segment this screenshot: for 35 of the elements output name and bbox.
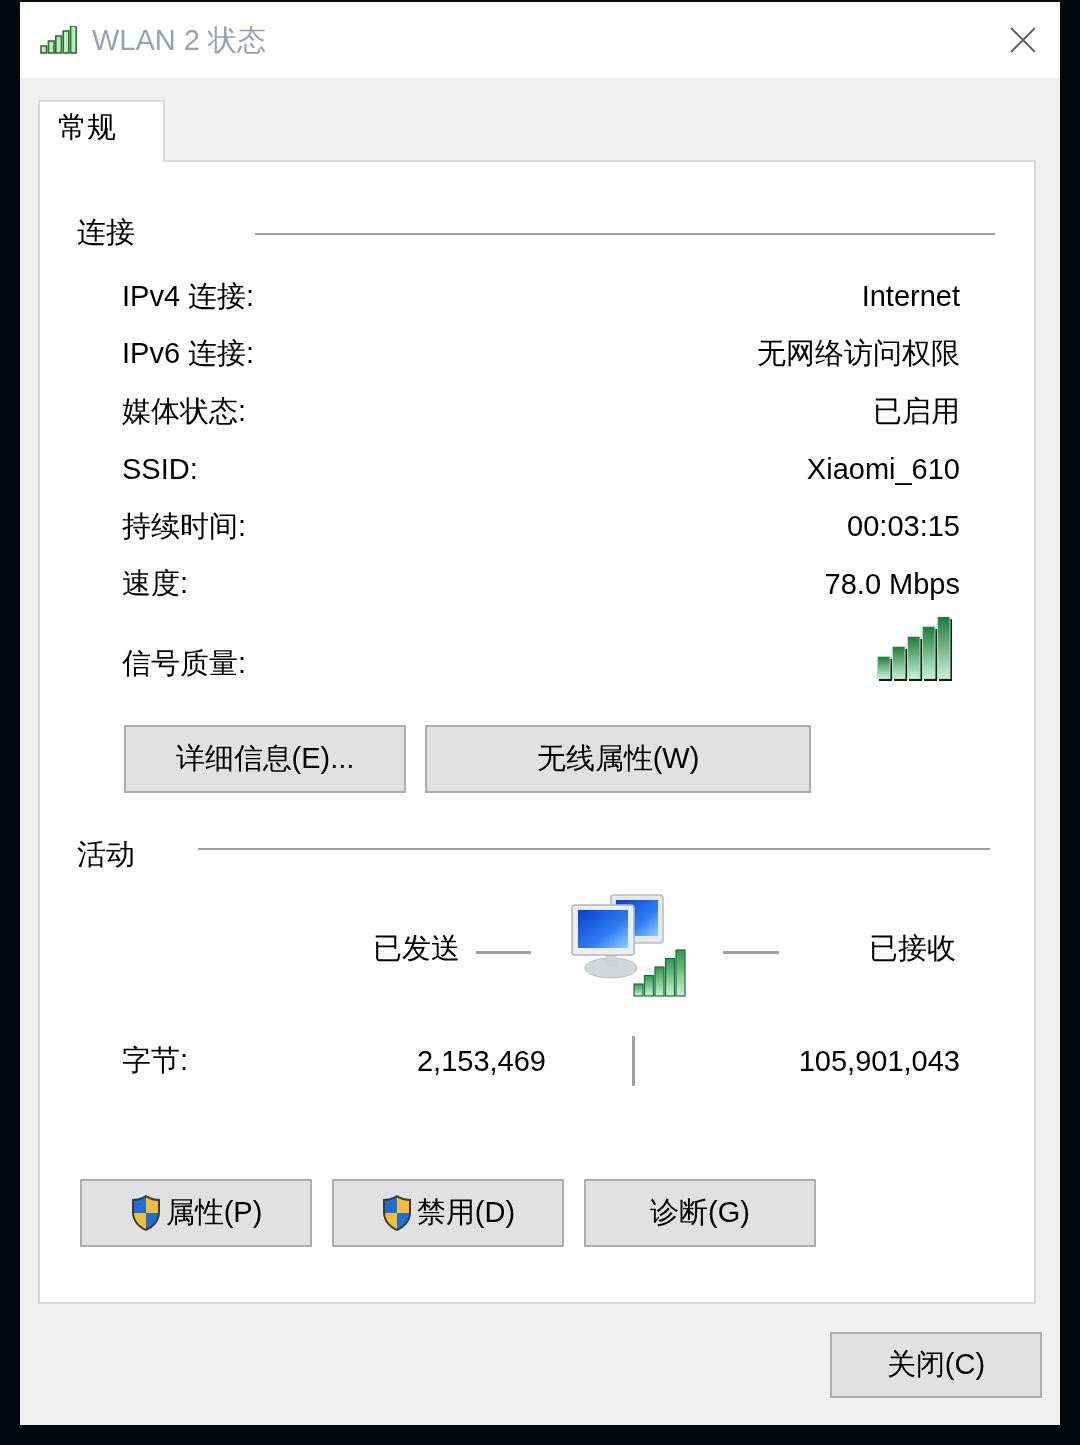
field-value: Xiaomi_610 <box>806 452 960 486</box>
field-value: 无网络访问权限 <box>757 336 960 372</box>
close-icon <box>1010 27 1036 53</box>
field-label: 速度: <box>122 566 189 602</box>
field-value: 78.0 Mbps <box>824 567 960 601</box>
dialog-button[interactable]: 诊断(G) <box>584 1179 816 1247</box>
group-heading: 连接 <box>77 215 135 250</box>
signal-bars-icon <box>40 26 78 54</box>
sent-label: 已发送 <box>373 931 460 966</box>
field-label: IPv4 连接: <box>122 278 255 314</box>
sent-bytes: 2,153,469 <box>416 1044 546 1078</box>
field-label: 字节: <box>122 1043 190 1078</box>
dialog-button[interactable]: 属性(P) <box>80 1179 312 1247</box>
field-label: 持续时间: <box>122 508 247 544</box>
dialog-button[interactable]: 禁用(D) <box>332 1179 564 1247</box>
close-dialog-button[interactable]: 关闭(C) <box>830 1332 1042 1398</box>
field-label: 媒体状态: <box>122 393 247 429</box>
field-value: 00:03:15 <box>847 510 960 544</box>
window-title: WLAN 2 状态 <box>92 23 267 58</box>
network-computers-icon <box>571 891 688 997</box>
signal-bars-icon <box>877 617 955 681</box>
shield-icon <box>129 1194 162 1232</box>
dialog-button[interactable]: 无线属性(W) <box>425 725 811 793</box>
field-label: 信号质量: <box>122 646 247 680</box>
field-label: IPv6 连接: <box>122 336 255 372</box>
close-button[interactable] <box>1010 27 1036 53</box>
received-label: 已接收 <box>869 931 956 966</box>
shield-icon <box>380 1194 413 1232</box>
field-label: SSID: <box>122 452 198 486</box>
group-heading: 活动 <box>77 837 135 872</box>
field-value: 已启用 <box>873 393 960 429</box>
field-value: Internet <box>861 280 960 314</box>
received-bytes: 105,901,043 <box>797 1044 960 1078</box>
tab[interactable]: 常规 <box>38 100 165 162</box>
dialog-button[interactable]: 详细信息(E)... <box>124 725 406 793</box>
